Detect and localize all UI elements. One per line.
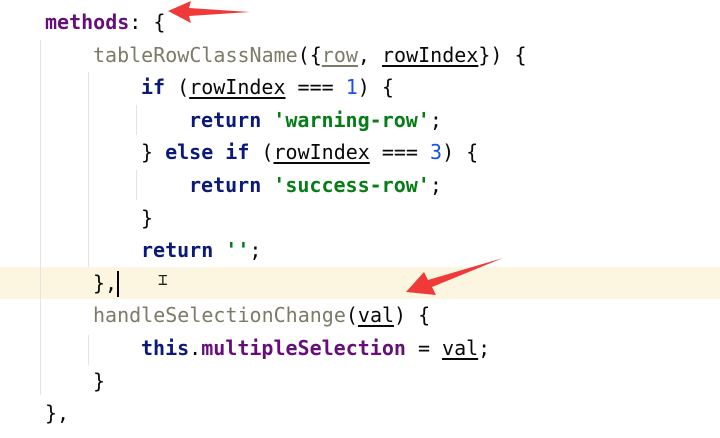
red-arrow-icon xyxy=(406,258,503,295)
annotation-arrows xyxy=(168,1,503,295)
red-arrow-icon xyxy=(168,1,250,23)
